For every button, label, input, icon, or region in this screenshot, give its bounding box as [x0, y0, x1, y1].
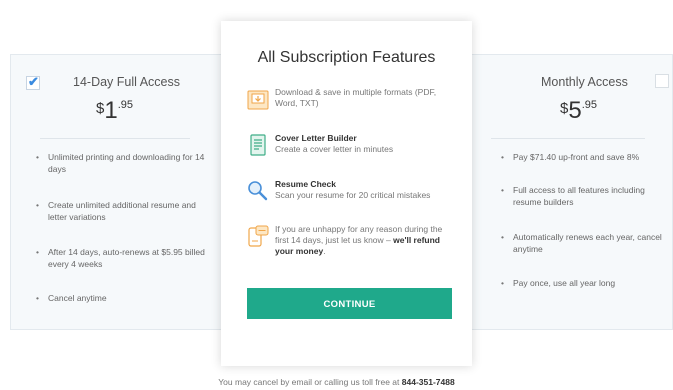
feature-text: Cover Letter Builder Create a cover lett… [275, 133, 451, 155]
continue-button[interactable]: CONTINUE [247, 288, 452, 319]
feature-text: If you are unhappy for any reason during… [275, 224, 443, 256]
modal-title: All Subscription Features [257, 49, 436, 66]
subscription-features-modal: All Subscription Features Download & sav… [221, 21, 472, 366]
feature-text: Resume Check Scan your resume for 20 cri… [275, 179, 451, 201]
plan-divider [40, 138, 190, 139]
plan-name: Monthly Access [541, 75, 628, 89]
list-item: Cancel anytime [36, 292, 214, 304]
feature-text: Download & save in multiple formats (PDF… [275, 87, 437, 108]
cancel-note: You may cancel by email or calling us to… [218, 377, 455, 387]
refund-phone-icon [248, 225, 269, 247]
cover-letter-icon [250, 134, 266, 156]
phone-number[interactable]: 844-351-7488 [402, 377, 455, 387]
list-item: Full access to all features including re… [501, 184, 671, 208]
list-item: Create unlimited additional resume and l… [36, 199, 214, 223]
plan-checkbox-14-day[interactable]: ✔ [26, 74, 40, 90]
plan-checkbox-monthly[interactable] [655, 74, 669, 88]
list-item: Pay $71.40 up-front and save 8% [501, 151, 671, 163]
magnifier-icon [248, 181, 268, 201]
download-save-icon [247, 90, 269, 110]
list-item: After 14 days, auto-renews at $5.95 bill… [36, 246, 214, 270]
plan-divider [491, 138, 645, 139]
feature-description: Create a cover letter in minutes [275, 144, 394, 154]
list-item: Unlimited printing and downloading for 1… [36, 151, 214, 175]
feature-title: Cover Letter Builder [275, 133, 357, 143]
feature-title: Resume Check [275, 179, 336, 189]
plan-name: 14-Day Full Access [73, 75, 180, 89]
feature-description: Scan your resume for 20 critical mistake… [275, 190, 431, 200]
list-item: Automatically renews each year, cancel a… [501, 231, 671, 255]
plan-price: $1.95 [96, 97, 133, 124]
list-item: Pay once, use all year long [501, 277, 671, 289]
checkmark-icon: ✔ [28, 74, 39, 89]
plan-price: $5.95 [560, 97, 597, 124]
